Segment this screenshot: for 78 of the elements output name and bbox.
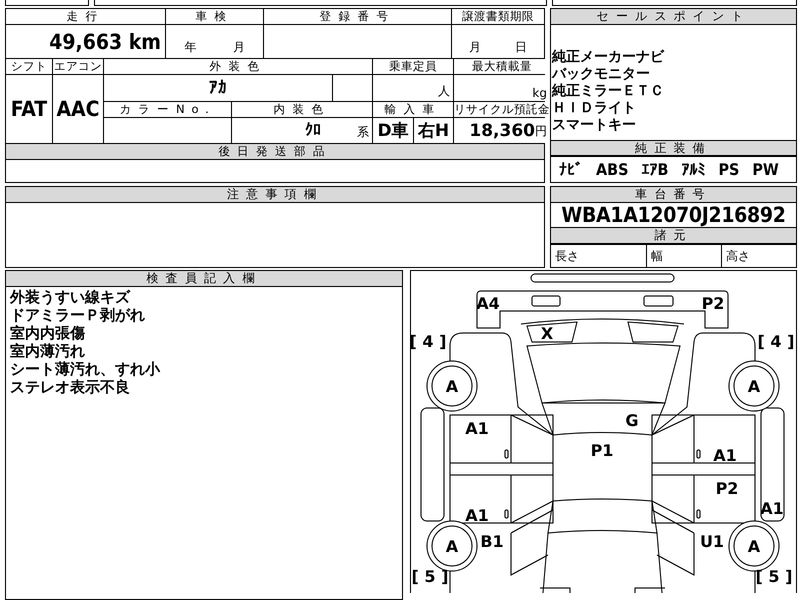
section-header: 注意事項欄	[6, 187, 544, 203]
recycle-fee-value: 18,360	[469, 120, 535, 140]
inspector-note: ステレオ表示不良	[10, 378, 131, 396]
sales-point-text: ＨＩＤライト	[552, 100, 637, 117]
sales-point-text: 純正メーカーナビ	[552, 49, 666, 66]
section-header: エアコン	[53, 59, 103, 74]
damage-code: A1	[760, 499, 784, 518]
damage-code: P2	[702, 294, 724, 313]
tire-grade: A	[446, 377, 458, 396]
sales-point-text: バックモニター	[552, 66, 651, 83]
damage-code: G	[625, 411, 639, 430]
sales-point-text: 純正ミラーＥＴＣ	[552, 83, 665, 100]
section-header: 車検	[166, 9, 263, 24]
tire-grade: A	[446, 537, 458, 556]
damage-code: P2	[716, 479, 738, 498]
inspector-note: 外装うすい線キズ	[10, 288, 132, 306]
capacity-unit: 人	[373, 75, 453, 101]
section-header: リサイクル預託金	[454, 102, 550, 117]
section-header: 輸入車	[373, 102, 453, 117]
date-unit-label: 年	[184, 39, 196, 56]
damage-code: X	[540, 324, 554, 343]
inspector-note: 室内薄汚れ	[10, 342, 86, 360]
section-header: 車台番号	[551, 187, 796, 203]
damage-code: A1	[465, 419, 489, 438]
damage-code: A1	[465, 506, 489, 525]
import-type-value: D車	[373, 118, 413, 143]
interior-color-value: ｸﾛ	[305, 120, 321, 139]
dimension-label: 長さ	[554, 248, 579, 264]
color-suffix: 系	[357, 124, 369, 141]
aircon-value: AAC	[53, 75, 103, 143]
section-header: 登録番号	[264, 9, 451, 24]
dimension-label: 幅	[650, 248, 663, 264]
tire-grade: A	[748, 537, 760, 556]
tire-drawing	[426, 360, 478, 412]
exterior-color-value: ｱｶ	[104, 75, 332, 101]
steering-value: 右H	[414, 118, 453, 143]
section-header: セールスポイント	[551, 9, 796, 25]
blank-table-cell	[333, 75, 372, 101]
equipment-text: PS	[718, 160, 740, 179]
section-header: カラーNo.	[104, 102, 231, 117]
date-unit-label: 月	[469, 39, 481, 56]
inspector-note: シート薄汚れ、すれ小	[10, 360, 162, 378]
equipment-text: ABS	[596, 160, 628, 179]
equipment-text: ｴｱB	[641, 160, 668, 179]
damage-code: U1	[700, 532, 724, 551]
section-header: 外装色	[104, 59, 372, 74]
currency-unit: 円	[535, 123, 547, 140]
tire-drawing	[426, 520, 478, 572]
date-unit-label: 月	[232, 39, 245, 56]
section-header: 内装色	[232, 102, 372, 117]
damage-code: B1	[480, 532, 504, 551]
date-unit-label: 日	[515, 39, 527, 56]
equipment-text: PW	[752, 160, 779, 179]
equipment-text: ｱﾙﾐ	[681, 160, 706, 179]
section-header: シフト	[6, 59, 52, 74]
wheel-grade: [ 4 ]	[410, 332, 446, 351]
sales-point-text: スマートキー	[552, 117, 637, 134]
damage-code: A4	[476, 294, 500, 313]
shift-value: FAT	[6, 75, 52, 143]
section-header: 後日発送部品	[6, 144, 544, 159]
inspector-note: ドアミラーＰ剥がれ	[10, 306, 146, 324]
tire-drawing	[728, 360, 780, 412]
tire-drawing	[728, 520, 780, 572]
damage-code: A1	[713, 446, 737, 465]
section-header: 諸元	[551, 228, 796, 244]
wheel-grade: [ 5 ]	[412, 567, 448, 586]
dimension-label: 高さ	[725, 248, 750, 264]
damage-code: P1	[590, 441, 614, 460]
equipment-text: ﾅﾋﾞ	[559, 160, 583, 179]
inspector-note: 室内内張傷	[10, 324, 86, 342]
wheel-grade: [ 4 ]	[758, 332, 794, 351]
section-header: 純正装備	[551, 140, 796, 156]
mileage-value: 49,663 km	[6, 25, 165, 58]
section-header: 譲渡書類期限	[452, 9, 544, 24]
section-header: 走行	[6, 9, 165, 24]
section-header: 検査員記入欄	[6, 271, 402, 287]
tire-grade: A	[748, 377, 760, 396]
section-header: 乗車定員	[373, 59, 453, 74]
